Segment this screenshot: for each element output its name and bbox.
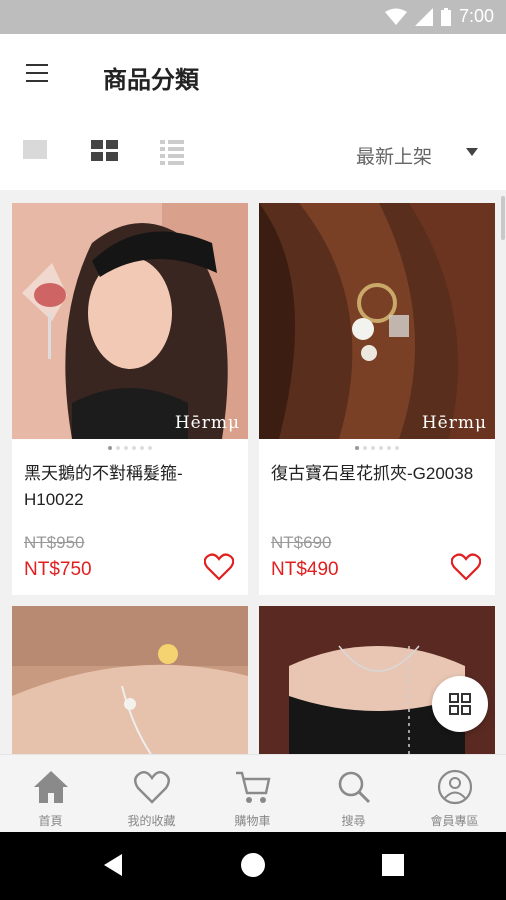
grid-view-icon[interactable] <box>91 140 118 162</box>
page-title: 商品分類 <box>103 67 199 94</box>
back-icon[interactable] <box>102 852 124 878</box>
tab-search[interactable]: 搜尋 <box>303 755 404 833</box>
category-grid-fab[interactable] <box>432 676 488 732</box>
system-nav-bar <box>0 832 506 900</box>
search-icon <box>338 771 371 804</box>
app-bar: 商品分類 <box>0 34 506 116</box>
single-view-icon[interactable] <box>23 140 49 162</box>
tab-label: 購物車 <box>234 814 271 828</box>
product-name[interactable]: 黑天鵝的不對稱髮箍-H10022 <box>24 461 236 513</box>
product-image[interactable] <box>12 606 248 754</box>
signal-icon <box>414 7 433 26</box>
tab-label: 搜尋 <box>341 814 366 828</box>
cart-icon <box>236 771 271 803</box>
scrollbar[interactable] <box>501 196 505 240</box>
menu-icon[interactable] <box>26 64 48 82</box>
sale-price: NT$750 <box>24 559 92 580</box>
home-button-icon[interactable] <box>240 852 266 878</box>
wifi-icon <box>384 8 407 25</box>
tab-favorites[interactable]: 我的收藏 <box>101 755 202 833</box>
image-pager-dots <box>12 446 248 450</box>
tab-label: 我的收藏 <box>127 814 176 828</box>
product-card[interactable] <box>12 606 248 754</box>
sort-dropdown[interactable]: 最新上架 <box>356 142 432 169</box>
bottom-tab-bar: 首頁 我的收藏 購物車 搜尋 會員專區 <box>0 754 506 833</box>
product-card[interactable]: Hērmμ 復古寶石星花抓夾-G20038 NT$690 NT$490 <box>259 203 495 595</box>
user-icon <box>437 769 473 805</box>
home-icon <box>34 771 68 803</box>
heart-icon <box>134 771 170 804</box>
image-pager-dots <box>259 446 495 450</box>
status-bar: 7:00 <box>0 0 506 34</box>
heart-icon[interactable] <box>451 553 481 581</box>
tab-label: 首頁 <box>38 814 63 828</box>
product-image[interactable]: Hērmμ <box>12 203 248 439</box>
view-toolbar: 最新上架 <box>0 116 506 190</box>
product-name[interactable]: 復古寶石星花抓夾-G20038 <box>271 461 483 487</box>
product-grid: Hērmμ 黑天鵝的不對稱髮箍-H10022 NT$950 NT$750 Hēr… <box>0 190 506 754</box>
tab-cart[interactable]: 購物車 <box>202 755 303 833</box>
product-card[interactable]: Hērmμ 黑天鵝的不對稱髮箍-H10022 NT$950 NT$750 <box>12 203 248 595</box>
tab-home[interactable]: 首頁 <box>0 755 101 833</box>
tab-member[interactable]: 會員專區 <box>404 755 505 833</box>
status-time: 7:00 <box>458 6 494 26</box>
chevron-down-icon[interactable] <box>466 148 478 156</box>
original-price: NT$950 <box>24 533 85 552</box>
recents-icon[interactable] <box>382 852 404 878</box>
original-price: NT$690 <box>271 533 332 552</box>
list-view-icon[interactable] <box>160 140 186 165</box>
heart-icon[interactable] <box>204 553 234 581</box>
grid-icon <box>449 693 471 715</box>
battery-icon <box>440 7 451 26</box>
product-image[interactable]: Hērmμ <box>259 203 495 439</box>
brand-watermark: Hērmμ <box>421 413 487 433</box>
brand-watermark: Hērmμ <box>174 413 240 433</box>
sale-price: NT$490 <box>271 559 339 580</box>
tab-label: 會員專區 <box>430 814 479 828</box>
